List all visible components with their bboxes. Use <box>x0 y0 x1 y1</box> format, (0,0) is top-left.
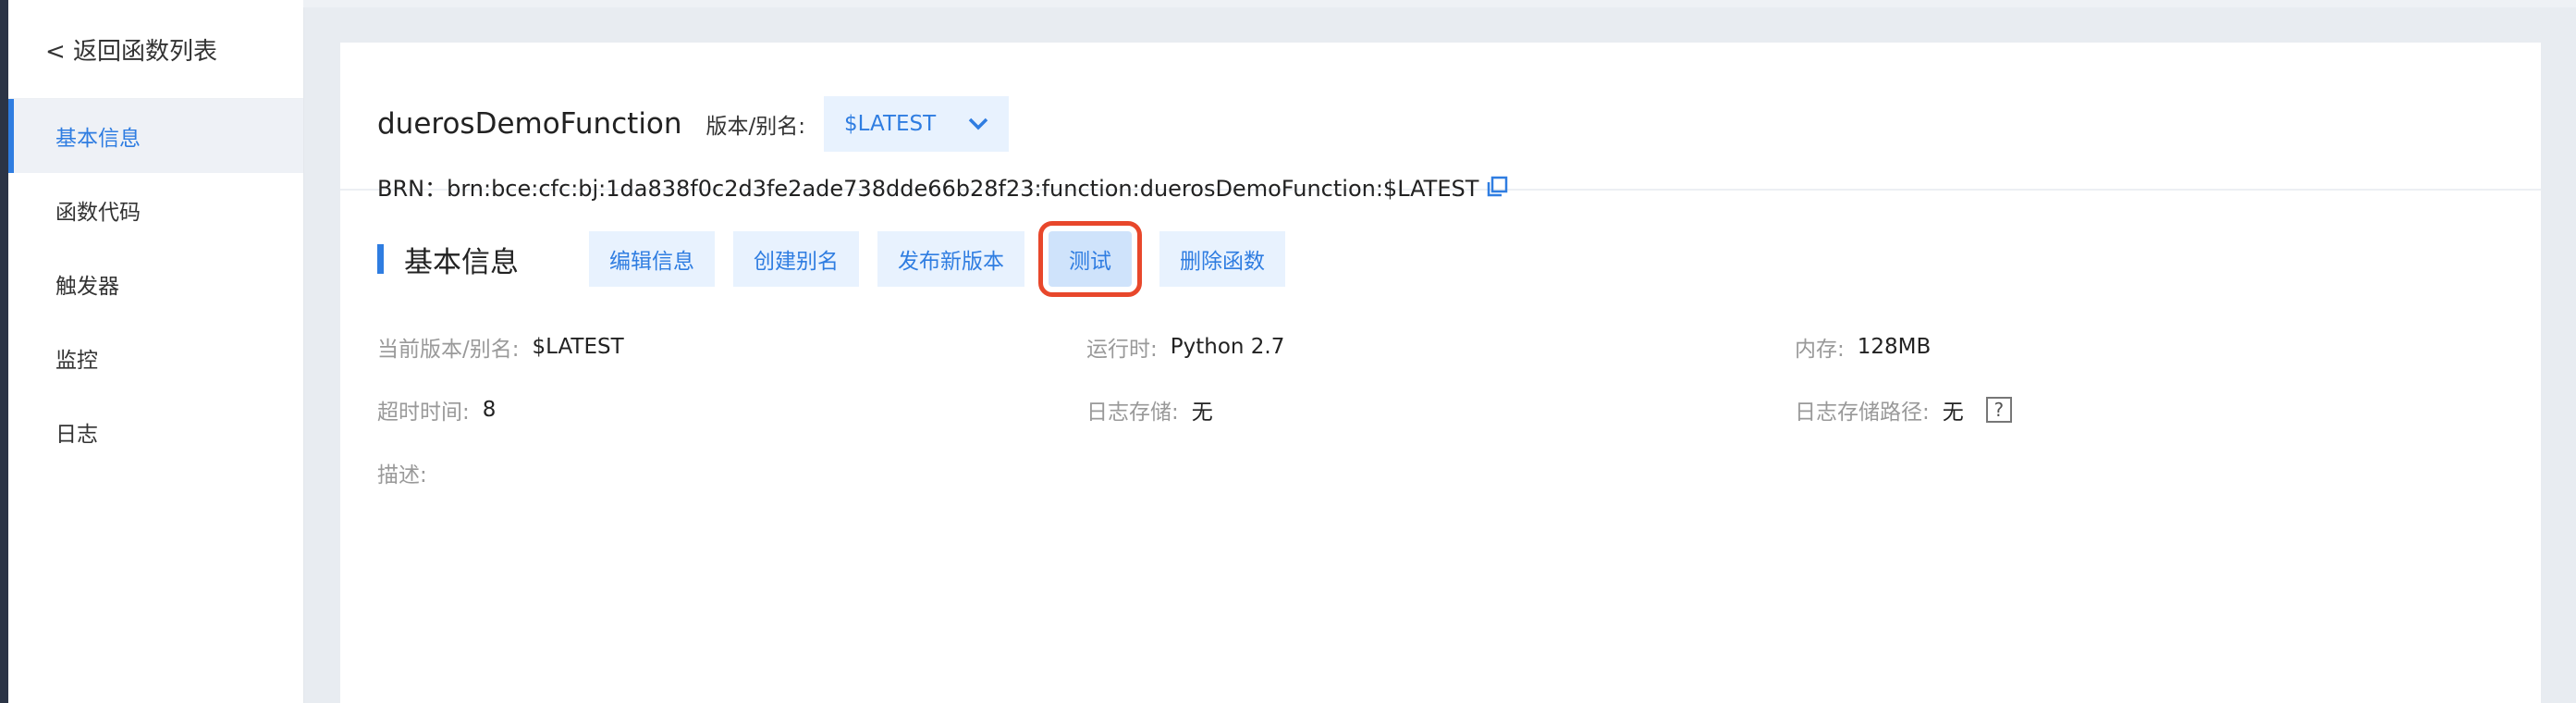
prop-key: 内存: <box>1795 338 1845 362</box>
sidebar-item-label: 基本信息 <box>55 127 141 151</box>
version-select[interactable]: $LATEST <box>824 96 1010 152</box>
prop-value: 8 <box>482 398 497 422</box>
prop-runtime: 运行时: Python 2.7 <box>1086 331 1284 363</box>
prop-description: 描述: <box>377 457 427 488</box>
prop-value: 128MB <box>1857 335 1932 359</box>
prop-log-path: 日志存储路径: 无 ? <box>1795 394 2012 426</box>
back-link-label: < 返回函数列表 <box>45 37 218 66</box>
prop-memory: 内存: 128MB <box>1795 331 1931 363</box>
edit-info-button-label: 编辑信息 <box>609 250 694 274</box>
publish-version-button[interactable]: 发布新版本 <box>877 231 1024 287</box>
sidebar-item-logs[interactable]: 日志 <box>8 395 303 469</box>
prop-key: 当前版本/别名: <box>377 338 520 362</box>
sidebar-item-triggers[interactable]: 触发器 <box>8 247 303 321</box>
help-icon[interactable]: ? <box>1985 397 2012 423</box>
test-button[interactable]: 测试 <box>1038 221 1142 297</box>
prop-value: $LATEST <box>532 335 624 359</box>
prop-key: 运行时: <box>1086 338 1158 362</box>
prop-log-storage: 日志存储: 无 <box>1086 394 1213 426</box>
prop-key: 日志存储: <box>1086 401 1179 425</box>
main-panel: duerosDemoFunction 版本/别名: $LATEST BRN：br… <box>340 43 2541 703</box>
sidebar-item-basic-info[interactable]: 基本信息 <box>8 99 303 173</box>
prop-key: 描述: <box>377 463 427 487</box>
brn-text: BRN：brn:bce:cfc:bj:1da838f0c2d3fe2ade738… <box>377 176 1479 202</box>
sidebar-item-label: 函数代码 <box>55 201 141 225</box>
sidebar-item-monitoring[interactable]: 监控 <box>8 321 303 395</box>
delete-function-button-label: 删除函数 <box>1180 250 1265 274</box>
prop-value: 无 <box>1942 401 1964 425</box>
action-buttons: 编辑信息 创建别名 发布新版本 测试 删除函数 <box>589 221 1304 297</box>
function-header: duerosDemoFunction 版本/别名: $LATEST BRN：br… <box>340 43 2541 202</box>
publish-version-button-label: 发布新版本 <box>898 250 1004 274</box>
app-edge-bar <box>0 0 8 703</box>
top-strip <box>303 0 2576 7</box>
prop-key: 日志存储路径: <box>1795 401 1930 425</box>
prop-timeout: 超时时间: 8 <box>377 394 496 426</box>
version-label: 版本/别名: <box>705 115 806 139</box>
section-title: 基本信息 <box>404 245 519 279</box>
prop-key: 超时时间: <box>377 401 470 425</box>
sidebar-item-function-code[interactable]: 函数代码 <box>8 173 303 247</box>
chevron-down-icon <box>968 112 988 136</box>
properties-grid: 当前版本/别名: $LATEST 运行时: Python 2.7 内存: 128… <box>377 314 2541 518</box>
delete-function-button[interactable]: 删除函数 <box>1159 231 1285 287</box>
function-name: duerosDemoFunction <box>377 107 682 141</box>
test-button-label: 测试 <box>1069 250 1111 274</box>
prop-current-version: 当前版本/别名: $LATEST <box>377 331 624 363</box>
sidebar-item-label: 监控 <box>55 349 98 373</box>
edit-info-button[interactable]: 编辑信息 <box>589 231 715 287</box>
copy-icon[interactable] <box>1486 176 1508 198</box>
sidebar: < 返回函数列表 基本信息 函数代码 触发器 监控 日志 <box>8 0 304 703</box>
prop-value: 无 <box>1191 401 1213 425</box>
basic-info-section: 基本信息 编辑信息 创建别名 发布新版本 测试 删除函数 当前版本/别名: $L… <box>340 191 2541 518</box>
sidebar-item-label: 日志 <box>55 423 98 447</box>
sidebar-item-label: 触发器 <box>55 275 119 299</box>
create-alias-button-label: 创建别名 <box>754 250 839 274</box>
version-select-value: $LATEST <box>844 112 937 136</box>
back-to-function-list-link[interactable]: < 返回函数列表 <box>8 0 303 99</box>
create-alias-button[interactable]: 创建别名 <box>733 231 859 287</box>
prop-value: Python 2.7 <box>1170 335 1285 359</box>
section-accent-bar <box>377 244 384 274</box>
